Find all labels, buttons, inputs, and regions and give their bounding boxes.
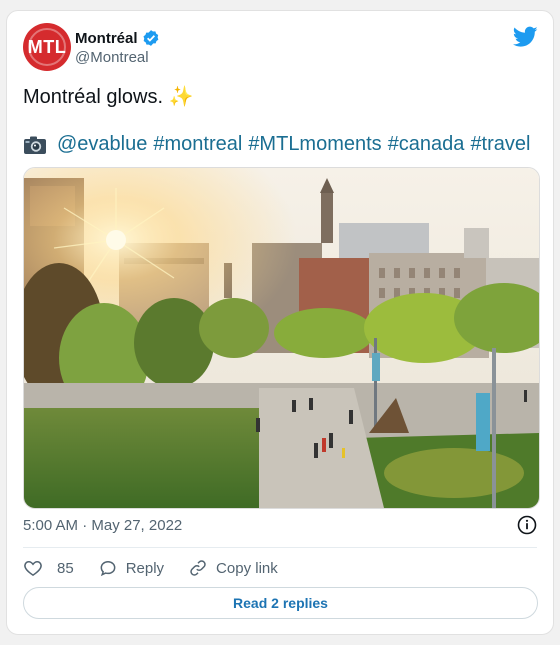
heart-icon — [24, 560, 42, 576]
verified-badge-icon — [143, 30, 158, 46]
like-button[interactable]: 85 — [23, 558, 74, 578]
author-handle[interactable]: @Montreal — [75, 49, 149, 66]
twitter-bird-icon[interactable] — [513, 26, 538, 48]
tweet-tags: @evablue #montreal #MTLmoments #canada #… — [23, 133, 530, 156]
hashtag-travel[interactable]: #travel — [470, 133, 530, 156]
author-row: Montréal — [75, 29, 160, 47]
read-replies-label: Read 2 replies — [233, 595, 328, 611]
tweet-timestamp[interactable]: 5:00 AM · May 27, 2022 — [23, 517, 182, 534]
like-count: 85 — [57, 559, 74, 577]
tweet-card: MTL Montréal @Montreal Montréal glows. ✨… — [6, 10, 554, 635]
reply-button[interactable]: Reply — [98, 558, 164, 578]
copy-link-label: Copy link — [216, 559, 278, 577]
author-name[interactable]: Montréal — [75, 30, 138, 47]
hashtag-montreal[interactable]: #montreal — [153, 133, 242, 156]
avatar[interactable]: MTL — [23, 23, 71, 71]
reply-label: Reply — [125, 559, 165, 577]
mention-evablue[interactable]: @evablue — [57, 133, 147, 156]
tweet-text-body: Montréal glows. — [23, 86, 164, 108]
info-icon[interactable] — [517, 515, 537, 535]
tweet-photo[interactable] — [23, 167, 540, 509]
hashtag-canada[interactable]: #canada — [388, 133, 465, 156]
hashtag-mtlmoments[interactable]: #MTLmoments — [248, 133, 381, 156]
avatar-ring — [28, 28, 66, 66]
divider — [23, 547, 537, 548]
camera-icon — [24, 136, 46, 154]
sparkle-icon: ✨ — [168, 86, 194, 108]
tweet-text: Montréal glows. ✨ — [23, 84, 194, 109]
copy-link-button[interactable]: Copy link — [188, 558, 278, 578]
link-icon — [190, 560, 206, 576]
speech-bubble-icon — [100, 560, 116, 577]
action-bar: 85 Reply Copy link — [23, 556, 302, 580]
city-plaza-photo — [24, 168, 539, 508]
read-replies-button[interactable]: Read 2 replies — [23, 587, 538, 619]
